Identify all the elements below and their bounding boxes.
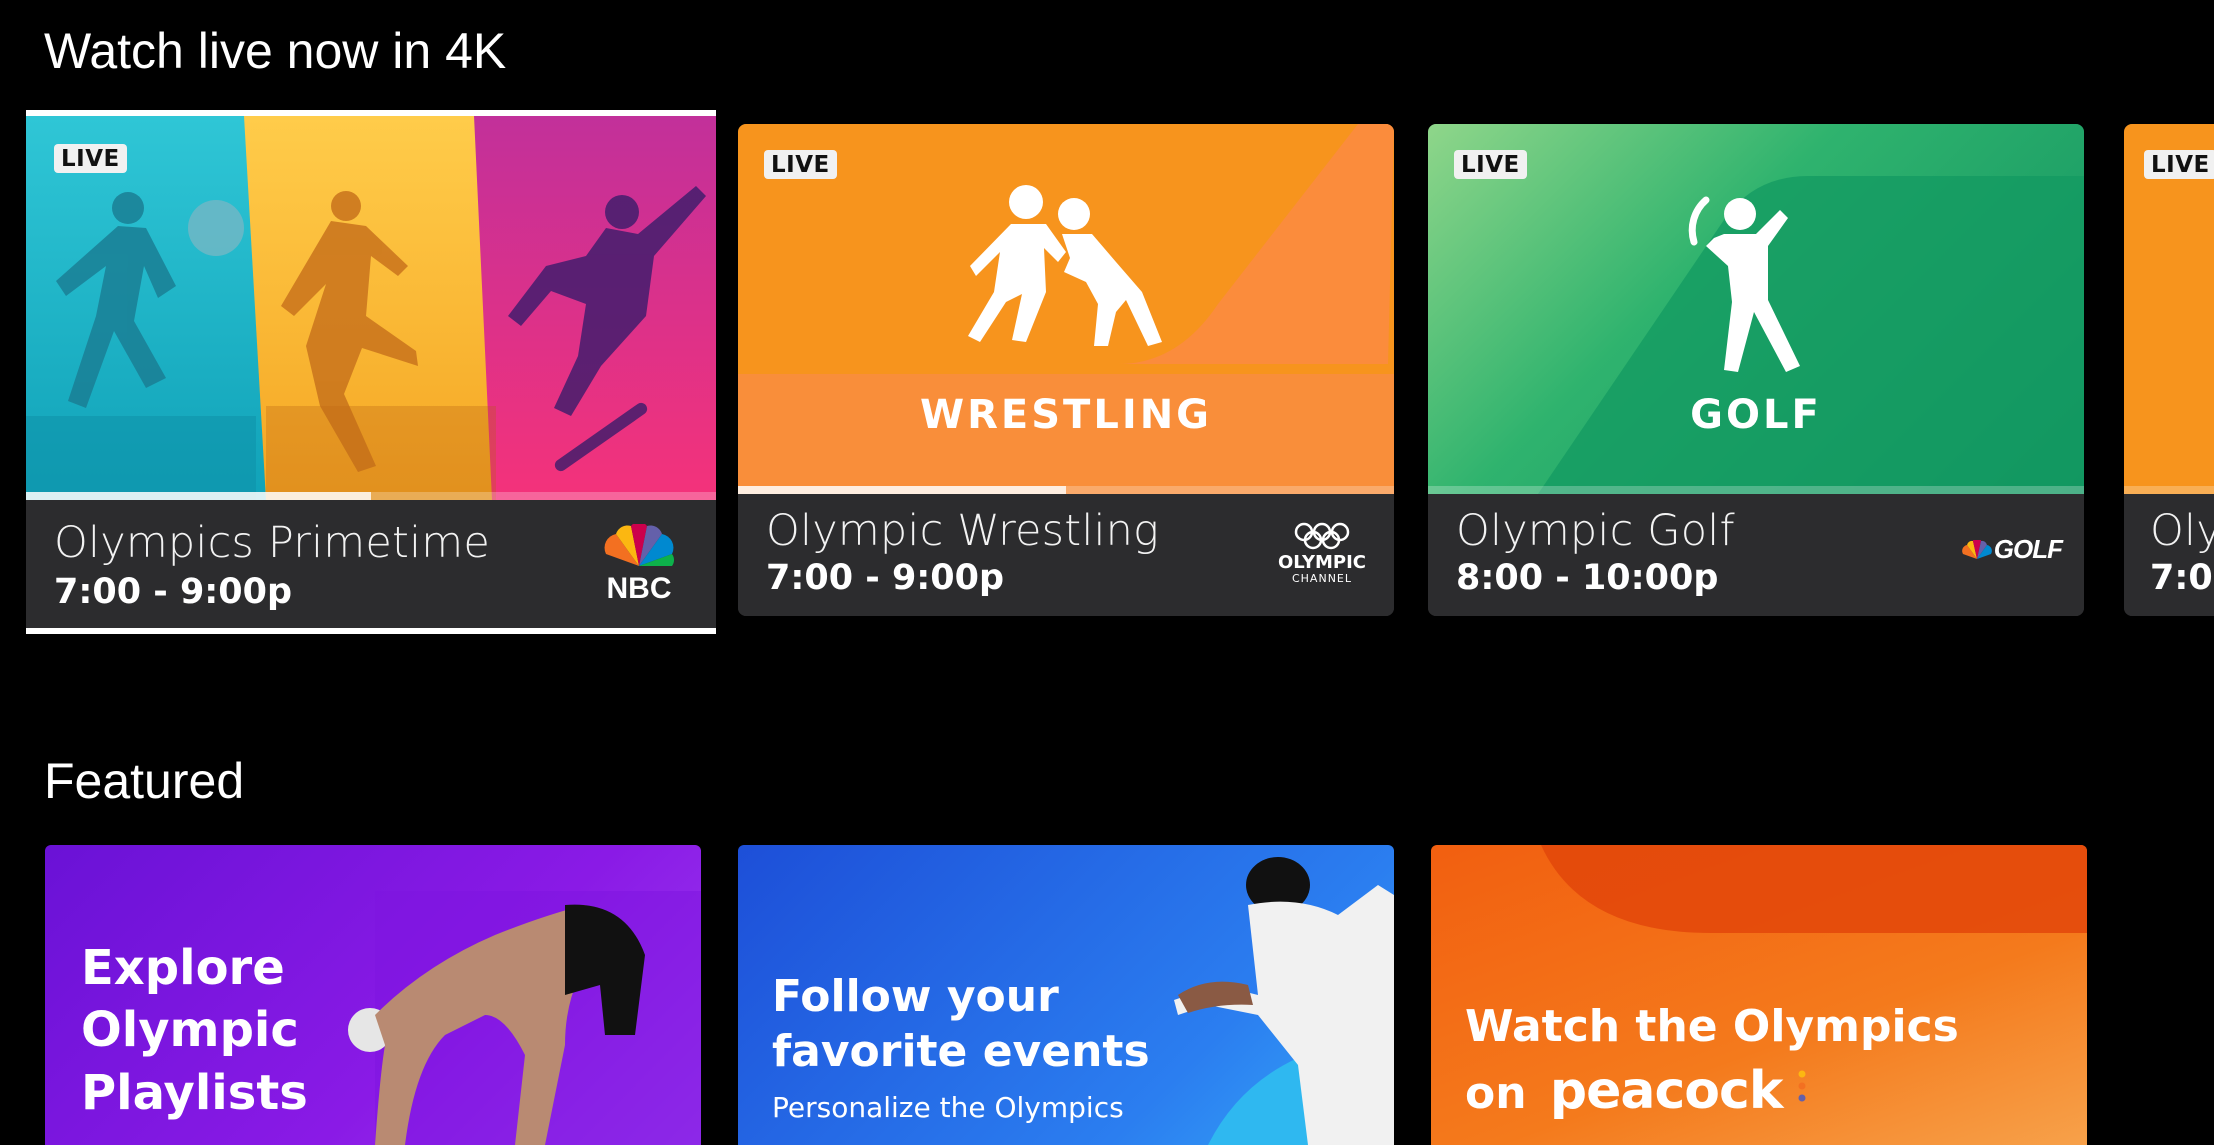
art-sport-label: GOLF bbox=[1690, 392, 1822, 438]
section-title-featured: Featured bbox=[44, 753, 245, 809]
progress-bar-fill bbox=[738, 486, 1066, 494]
promo-headline: Explore Olympic Playlists bbox=[81, 937, 308, 1124]
live-badge: LIVE bbox=[54, 144, 127, 173]
golf-info: Olympic Golf 8:00 - 10:00p GOLF bbox=[1428, 494, 2084, 616]
network-label: GOLF bbox=[1993, 534, 2063, 564]
golf-artwork: GOLF LIVE bbox=[1428, 124, 2084, 494]
primetime-artwork: LIVE bbox=[26, 116, 716, 500]
show-title: Olympic Wrestling bbox=[766, 506, 1160, 556]
promo-line: Playlists bbox=[81, 1064, 308, 1121]
nbc-peacock-small-icon bbox=[1961, 539, 1992, 559]
show-title: Olympics Primetime bbox=[54, 518, 490, 568]
golf-pictogram-icon bbox=[1688, 196, 1800, 372]
section-title-watch-live: Watch live now in 4K bbox=[44, 23, 507, 79]
wrestling-info: Olympic Wrestling 7:00 - 9:00p OLYMPIC C… bbox=[738, 494, 1394, 616]
promo-headline: Follow your favorite events bbox=[772, 969, 1150, 1079]
promo-line: Olympic bbox=[81, 1002, 299, 1059]
featured-card-explore-playlists[interactable]: Explore Olympic Playlists bbox=[45, 845, 701, 1145]
show-title: Oly bbox=[2150, 506, 2214, 556]
show-time: 8:00 - 10:00p bbox=[1456, 558, 1719, 598]
live-card-olympic-wrestling[interactable]: WRESTLING LIVE Olympic Wrestling 7:00 - … bbox=[738, 124, 1394, 616]
promo-line: Follow your bbox=[772, 971, 1059, 1022]
golf-channel-logo: GOLF bbox=[1960, 534, 2063, 565]
show-title: Olympic Golf bbox=[1456, 506, 1735, 556]
promo-subtitle: Personalize the Olympics bbox=[772, 1091, 1124, 1124]
live-badge: LIVE bbox=[2144, 150, 2214, 179]
progress-bar bbox=[2124, 486, 2214, 494]
promo-headline: Watch the Olympics on peacock bbox=[1465, 997, 1959, 1127]
live-card-partial[interactable]: LIVE Oly 7:0 bbox=[2124, 124, 2214, 616]
promo-line: Watch the Olympics bbox=[1465, 1001, 1959, 1052]
network-sub-label: CHANNEL bbox=[1291, 572, 1352, 585]
art-sport-label: WRESTLING bbox=[919, 392, 1213, 438]
promo-line: Explore bbox=[81, 940, 285, 996]
partial-info: Oly 7:0 bbox=[2124, 494, 2214, 616]
live-badge: LIVE bbox=[1454, 150, 1527, 179]
promo-line: on bbox=[1465, 1068, 1527, 1120]
olympic-channel-logo: OLYMPIC CHANNEL bbox=[1276, 522, 1368, 585]
show-time: 7:00 - 9:00p bbox=[766, 558, 1005, 598]
progress-bar bbox=[738, 486, 1394, 494]
show-time: 7:00 - 9:00p bbox=[54, 572, 293, 612]
live-card-olympic-golf[interactable]: GOLF LIVE Olympic Golf 8:00 - 10:00p GOL… bbox=[1428, 124, 2084, 616]
olympic-rings-icon bbox=[1294, 522, 1350, 550]
wrestling-pictogram-icon bbox=[968, 185, 1162, 346]
live-card-olympics-primetime[interactable]: LIVE Olympics Primetime 7:00 - 9:00p NBC bbox=[26, 110, 716, 634]
progress-bar-fill bbox=[26, 492, 371, 500]
nbc-peacock-logo: NBC bbox=[598, 522, 680, 605]
primetime-collage-image bbox=[26, 116, 716, 500]
featured-card-watch-on-peacock[interactable]: Watch the Olympics on peacock bbox=[1431, 845, 2087, 1145]
wrestling-artwork: WRESTLING LIVE bbox=[738, 124, 1394, 494]
primetime-info: Olympics Primetime 7:00 - 9:00p NBC bbox=[26, 500, 716, 628]
network-label: NBC bbox=[606, 572, 672, 605]
show-time: 7:0 bbox=[2150, 558, 2213, 598]
partial-artwork: LIVE bbox=[2124, 124, 2214, 494]
peacock-dots-icon bbox=[1798, 1070, 1806, 1102]
progress-bar bbox=[1428, 486, 2084, 494]
progress-bar bbox=[26, 492, 716, 500]
live-badge: LIVE bbox=[764, 150, 837, 179]
nbc-peacock-icon bbox=[604, 522, 674, 566]
peacock-logo: peacock bbox=[1549, 1061, 1784, 1122]
promo-line: favorite events bbox=[772, 1026, 1150, 1077]
network-label: OLYMPIC bbox=[1277, 552, 1366, 573]
featured-card-follow-events[interactable]: Follow your favorite events Personalize … bbox=[738, 845, 1394, 1145]
